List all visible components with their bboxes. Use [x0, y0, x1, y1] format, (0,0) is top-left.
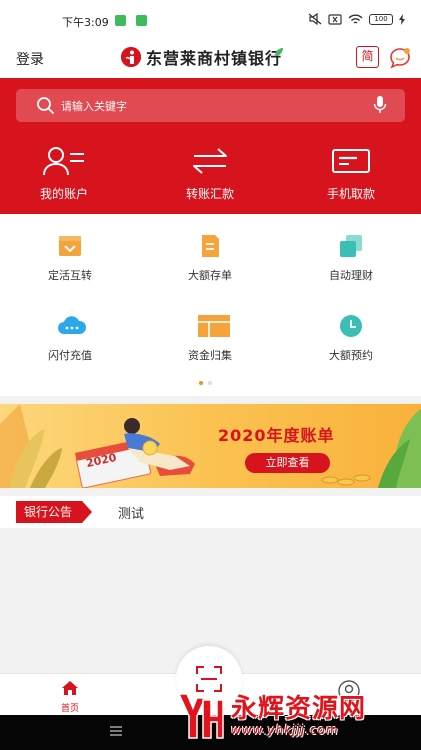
- pager-dots: [199, 381, 212, 385]
- watermark-url: www.yhkjjj.com: [231, 723, 339, 737]
- app-notification-icon: [136, 15, 147, 26]
- swap-box-icon: [59, 236, 81, 256]
- microphone-icon[interactable]: [373, 95, 387, 115]
- wechat-notification-icon: [115, 15, 126, 26]
- app-header: 登录 东营莱商村镇银行 简: [0, 40, 421, 78]
- quick-action-cardless-withdrawal[interactable]: 手机取款: [301, 146, 401, 202]
- watermark-title: 永辉资源网: [231, 694, 367, 724]
- service-fund-collection[interactable]: 资金归集: [160, 314, 260, 363]
- promo-banner[interactable]: 2020 2020年度账单 立即查看: [0, 404, 421, 488]
- quick-action-transfer[interactable]: 转账汇款: [160, 146, 260, 202]
- promo-title: 2020年度账单: [218, 426, 335, 445]
- service-label: 大额存单: [188, 269, 232, 282]
- document-icon: [202, 235, 219, 257]
- status-bar: 下午3:09 100: [0, 0, 421, 40]
- watermark: 永辉资源网 www.yhkjjj.com: [175, 690, 366, 742]
- watermark-logo: [177, 693, 224, 739]
- service-label: 大额预约: [329, 349, 373, 362]
- announcement-tag: 银行公告: [16, 501, 93, 523]
- pager-dot-active[interactable]: [199, 381, 203, 385]
- promo-illustration: [0, 404, 421, 488]
- service-large-reservation[interactable]: 大额预约: [301, 314, 401, 363]
- service-grid: 定活互转 大额存单 自动理财 闪付充值 资金归集 大额预约: [0, 214, 421, 396]
- tab-home-label: 首页: [60, 704, 79, 714]
- bank-name: 东营莱商村镇银行: [146, 49, 283, 68]
- quick-action-my-account[interactable]: 我的账户: [14, 146, 114, 202]
- no-sim-icon: [328, 13, 342, 25]
- service-quickpass-topup[interactable]: 闪付充值: [20, 314, 120, 363]
- login-button[interactable]: 登录: [16, 49, 44, 69]
- search-bar[interactable]: 请输入关键字: [16, 89, 405, 122]
- wifi-icon: [348, 14, 363, 24]
- service-auto-finance[interactable]: 自动理财: [301, 234, 401, 283]
- chat-bubble-icon: [390, 48, 410, 69]
- service-fixed-demand-swap[interactable]: 定活互转: [20, 234, 120, 283]
- layout-icon: [198, 315, 230, 337]
- hero-banner: 请输入关键字 我的账户 转账汇款 手机取款: [0, 78, 421, 214]
- transfer-arrows-icon: [193, 148, 227, 174]
- search-input[interactable]: 请输入关键字: [61, 98, 127, 114]
- service-label: 闪付充值: [48, 349, 92, 362]
- stacked-squares-icon: [340, 235, 362, 257]
- quick-action-label: 我的账户: [39, 187, 88, 201]
- quick-action-label: 手机取款: [326, 187, 375, 201]
- menu-icon[interactable]: [110, 726, 122, 736]
- bank-logo: 东营莱商村镇银行: [121, 45, 284, 69]
- home-icon: [62, 681, 78, 695]
- message-button[interactable]: [389, 47, 411, 73]
- announcement-text[interactable]: 测试: [118, 503, 144, 522]
- service-label: 自动理财: [329, 269, 373, 282]
- cloud-icon: [58, 316, 87, 334]
- leaf-icon: [275, 48, 284, 56]
- pager-dot[interactable]: [208, 381, 212, 385]
- announcement-bar[interactable]: 银行公告 测试: [0, 496, 421, 528]
- charging-icon: [399, 13, 405, 25]
- service-large-deposit[interactable]: 大额存单: [160, 234, 260, 283]
- search-icon: [37, 97, 54, 114]
- mute-icon: [308, 13, 322, 25]
- service-label: 定活互转: [48, 269, 92, 282]
- card-icon: [332, 149, 370, 173]
- scan-qr-icon: [196, 666, 222, 692]
- promo-view-button[interactable]: 立即查看: [245, 453, 330, 473]
- quick-action-label: 转账汇款: [185, 187, 234, 201]
- service-label: 资金归集: [188, 349, 232, 362]
- tab-home[interactable]: 首页: [50, 680, 90, 714]
- status-time: 下午3:09: [62, 16, 109, 29]
- battery-indicator: 100: [369, 13, 393, 25]
- clock-icon: [340, 315, 362, 337]
- bank-emblem-icon: [121, 47, 141, 67]
- simplified-chinese-toggle[interactable]: 简: [356, 46, 379, 68]
- user-list-icon: [43, 147, 84, 176]
